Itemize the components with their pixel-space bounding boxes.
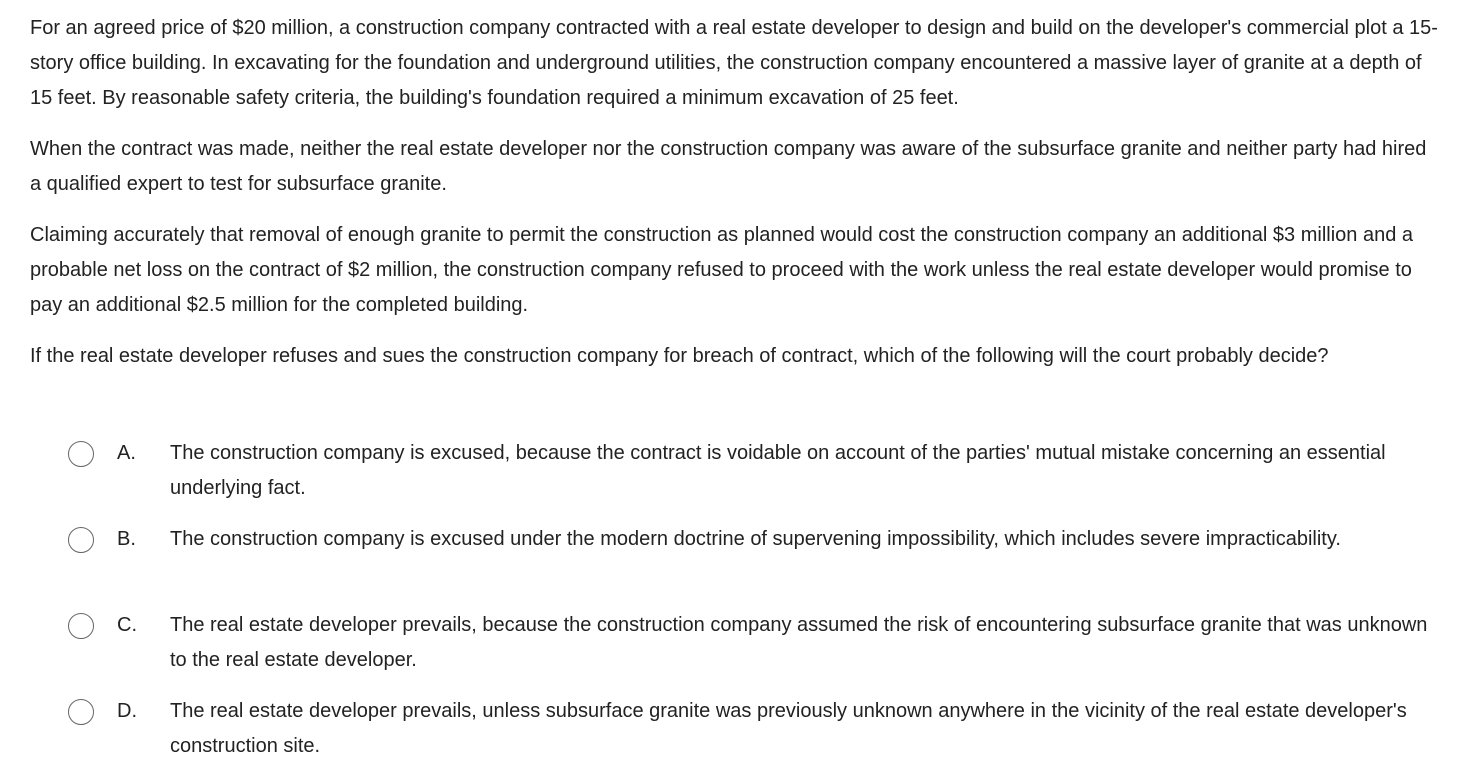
- answer-options: A. The construction company is excused, …: [68, 436, 1448, 780]
- radio-button-c[interactable]: [68, 613, 94, 639]
- option-letter: A.: [117, 442, 136, 464]
- option-text[interactable]: The construction company is excused unde…: [170, 522, 1430, 557]
- option-text[interactable]: The construction company is excused, bec…: [170, 436, 1430, 506]
- option-text[interactable]: The real estate developer prevails, beca…: [170, 608, 1430, 678]
- question-paragraph: Claiming accurately that removal of enou…: [30, 224, 1414, 316]
- answer-option-d[interactable]: D. The real estate developer prevails, u…: [68, 694, 1448, 780]
- answer-option-a[interactable]: A. The construction company is excused, …: [68, 436, 1448, 522]
- answer-option-b[interactable]: B. The construction company is excused u…: [68, 522, 1448, 608]
- question-stem: For an agreed price of $20 million, a co…: [30, 11, 1442, 390]
- option-letter: C.: [117, 614, 137, 636]
- question-paragraph: If the real estate developer refuses and…: [30, 345, 1329, 367]
- radio-button-a[interactable]: [68, 441, 94, 467]
- option-letter: B.: [117, 528, 136, 550]
- question-paragraph: For an agreed price of $20 million, a co…: [30, 17, 1438, 109]
- question-paragraph: When the contract was made, neither the …: [30, 138, 1427, 195]
- radio-button-b[interactable]: [68, 527, 94, 553]
- radio-button-d[interactable]: [68, 699, 94, 725]
- answer-option-c[interactable]: C. The real estate developer prevails, b…: [68, 608, 1448, 694]
- option-letter: D.: [117, 700, 137, 722]
